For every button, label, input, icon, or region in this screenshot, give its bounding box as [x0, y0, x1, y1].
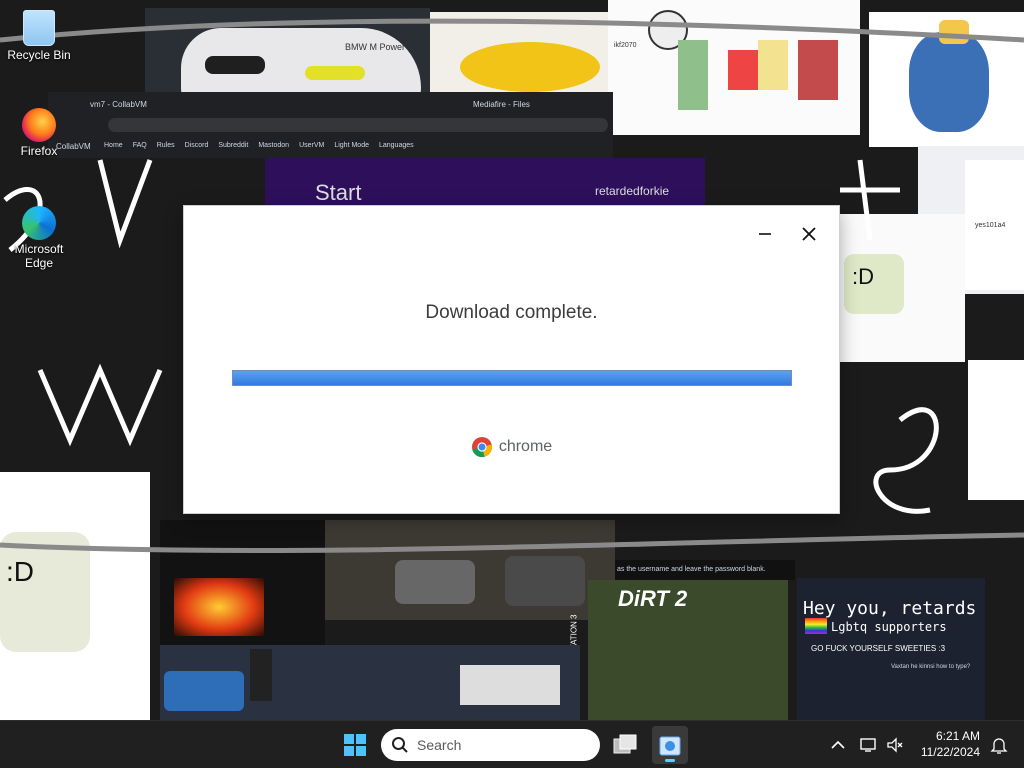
download-progress-bar: [232, 370, 792, 386]
chrome-installer-dialog: Download complete. chrome: [184, 206, 839, 513]
show-hidden-icons-button[interactable]: [828, 733, 848, 757]
taskbar-search-box[interactable]: Search: [381, 729, 600, 761]
search-icon: [392, 737, 408, 753]
chevron-up-icon: [831, 740, 845, 749]
task-view-icon: [613, 734, 637, 754]
network-status-button[interactable]: [858, 733, 880, 757]
windows-logo-icon: [344, 734, 366, 756]
start-button[interactable]: [340, 731, 370, 759]
progress-fill: [233, 371, 791, 385]
chrome-logo-icon: [471, 437, 492, 458]
desktop-icon-label: Firefox: [20, 144, 58, 158]
network-icon: [860, 738, 876, 752]
chrome-brand-text: chrome: [498, 438, 553, 455]
desktop-icon-label: Microsoft Edge: [14, 242, 64, 270]
desktop-icon-firefox[interactable]: Firefox: [1, 108, 77, 158]
edge-icon: [22, 206, 56, 240]
desktop-icon-edge[interactable]: Microsoft Edge: [1, 206, 77, 270]
download-status-message: Download complete.: [425, 302, 598, 323]
minimize-button[interactable]: [750, 220, 780, 248]
task-view-button[interactable]: [610, 731, 640, 759]
taskbar-app-installer[interactable]: [652, 726, 688, 764]
notification-bell-icon: [990, 738, 1008, 754]
desktop-icon-recycle-bin[interactable]: Recycle Bin: [1, 10, 77, 62]
clock-date: 11/22/2024: [920, 745, 980, 759]
minimize-icon: [759, 233, 771, 235]
installer-app-icon: [659, 736, 681, 756]
notifications-button[interactable]: [988, 733, 1010, 757]
recycle-bin-icon: [23, 10, 55, 46]
chrome-brand: chrome: [184, 436, 839, 458]
desktop-icon-label: Recycle Bin: [7, 48, 71, 62]
close-icon: [802, 227, 816, 241]
search-placeholder: Search: [417, 737, 462, 753]
close-button[interactable]: [794, 220, 824, 248]
firefox-icon: [22, 108, 56, 142]
taskbar: Search 6:21 AM 11/22/2024: [0, 720, 1024, 768]
taskbar-clock[interactable]: 6:21 AM 11/22/2024: [900, 728, 980, 760]
clock-time: 6:21 AM: [935, 729, 980, 743]
